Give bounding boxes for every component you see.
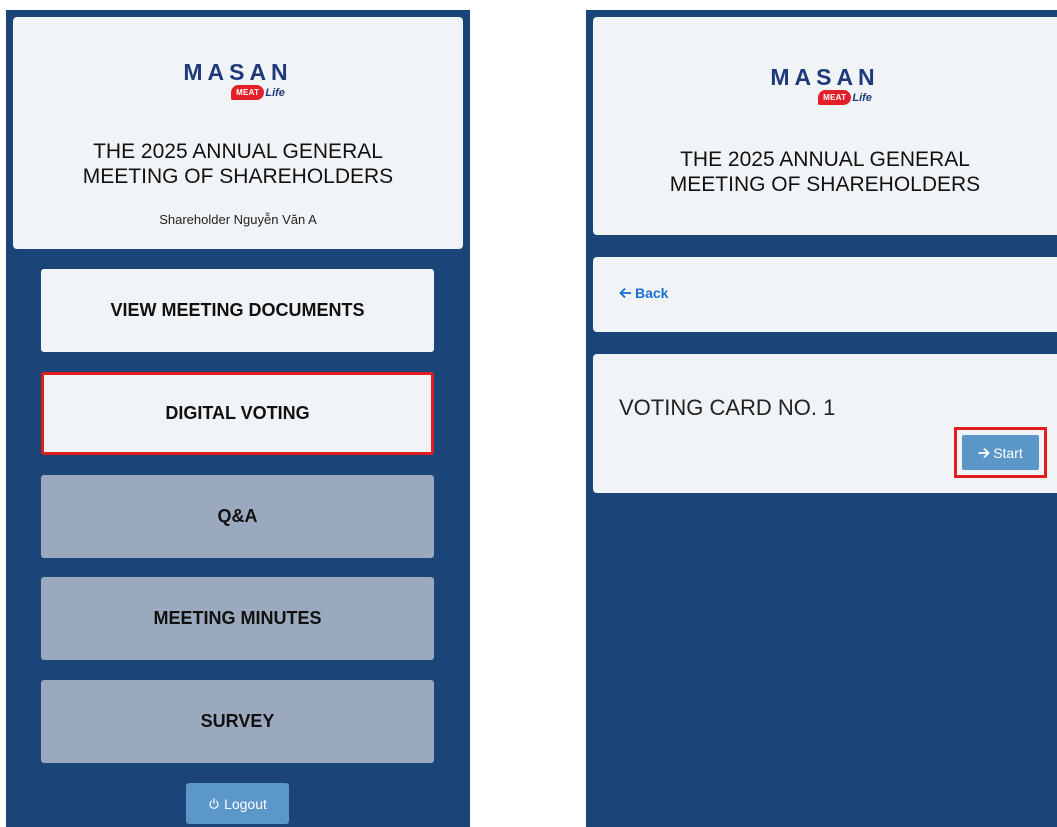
brand-sub-logo: MEAT Life bbox=[13, 85, 463, 100]
life-text: Life bbox=[852, 91, 872, 104]
meeting-title-line-2: MEETING OF SHAREHOLDERS bbox=[669, 173, 981, 196]
arrow-left-icon bbox=[619, 287, 632, 299]
menu-button-label: MEETING MINUTES bbox=[153, 608, 322, 628]
meat-badge: MEAT bbox=[231, 85, 265, 100]
voting-card: VOTING CARD NO. 1 Start bbox=[593, 354, 1057, 493]
meeting-title: THE 2025 ANNUAL GENERAL MEETING OF SHARE… bbox=[13, 139, 463, 189]
power-icon bbox=[208, 797, 220, 810]
meeting-title-line-1: THE 2025 ANNUAL GENERAL bbox=[680, 148, 970, 171]
brand-name: MASAN bbox=[183, 59, 293, 85]
start-label: Start bbox=[993, 444, 1023, 461]
main-menu-screen: MASAN MEAT Life THE 2025 ANNUAL GENERAL … bbox=[6, 10, 470, 827]
header-card: MASAN MEAT Life THE 2025 ANNUAL GENERAL … bbox=[13, 17, 463, 249]
brand-sub-logo: MEAT Life bbox=[593, 90, 1057, 105]
digital-voting-screen: MASAN MEAT Life THE 2025 ANNUAL GENERAL … bbox=[586, 10, 1057, 827]
logout-label: Logout bbox=[224, 795, 267, 812]
back-label: Back bbox=[635, 285, 669, 301]
start-button[interactable]: Start bbox=[962, 435, 1039, 470]
header-card: MASAN MEAT Life THE 2025 ANNUAL GENERAL … bbox=[593, 17, 1057, 235]
start-highlight-frame: Start bbox=[954, 427, 1047, 478]
meat-badge: MEAT bbox=[818, 90, 852, 105]
meeting-title-line-2: MEETING OF SHAREHOLDERS bbox=[82, 165, 394, 188]
masan-logo: MASAN MEAT Life bbox=[593, 65, 1057, 105]
back-link[interactable]: Back bbox=[619, 285, 668, 301]
life-text: Life bbox=[265, 86, 285, 99]
digital-voting-button[interactable]: DIGITAL VOTING bbox=[41, 372, 434, 455]
survey-button[interactable]: SURVEY bbox=[41, 680, 434, 763]
meeting-minutes-button[interactable]: MEETING MINUTES bbox=[41, 577, 434, 660]
menu-button-label: Q&A bbox=[217, 506, 258, 526]
view-meeting-documents-button[interactable]: VIEW MEETING DOCUMENTS bbox=[41, 269, 434, 352]
masan-logo: MASAN MEAT Life bbox=[13, 60, 463, 100]
menu-button-label: VIEW MEETING DOCUMENTS bbox=[110, 300, 365, 320]
meeting-title-line-1: THE 2025 ANNUAL GENERAL bbox=[93, 140, 383, 163]
menu-button-label: SURVEY bbox=[200, 711, 275, 731]
brand-name: MASAN bbox=[770, 64, 880, 90]
logout-button[interactable]: Logout bbox=[186, 783, 289, 824]
meeting-title: THE 2025 ANNUAL GENERAL MEETING OF SHARE… bbox=[593, 147, 1057, 197]
arrow-right-icon bbox=[978, 447, 990, 459]
voting-card-title: VOTING CARD NO. 1 bbox=[619, 395, 836, 420]
back-bar: Back bbox=[593, 257, 1057, 332]
menu-button-label: DIGITAL VOTING bbox=[165, 403, 310, 423]
shareholder-name: Shareholder Nguyễn Văn A bbox=[159, 212, 317, 227]
qa-button[interactable]: Q&A bbox=[41, 475, 434, 558]
